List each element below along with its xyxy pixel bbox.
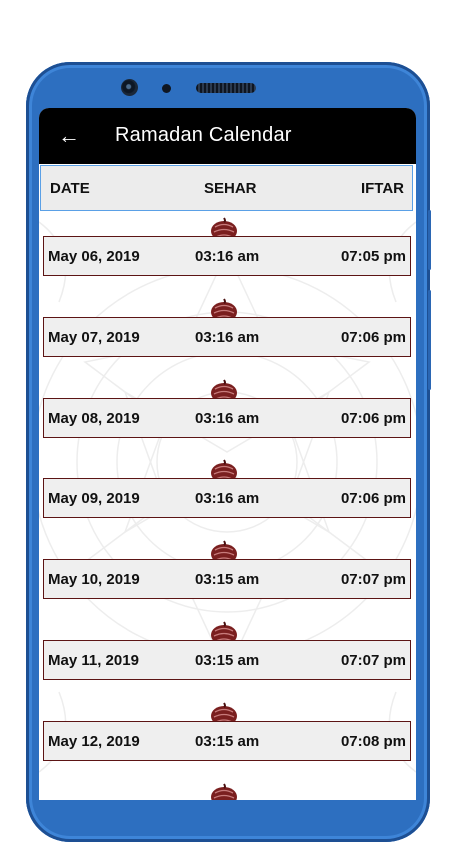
row-date: May 07, 2019 [48, 329, 140, 346]
row-sehar-time: 03:16 am [195, 490, 260, 507]
table-row[interactable]: May 06, 2019 03:16 am 07:05 pm [43, 236, 411, 276]
row-sehar-time: 03:15 am [195, 571, 260, 588]
back-arrow-icon[interactable]: ← [53, 120, 85, 152]
table-row[interactable]: May 07, 2019 03:16 am 07:06 pm [43, 317, 411, 357]
header-sehar: SEHAR [204, 180, 257, 197]
phone-side-button [428, 290, 431, 390]
phone-side-button [428, 210, 431, 270]
table-row[interactable]: May 08, 2019 03:16 am 07:06 pm [43, 398, 411, 438]
table-row[interactable]: May 12, 2019 03:15 am 07:08 pm [43, 721, 411, 761]
proximity-sensor [162, 84, 171, 93]
row-date: May 08, 2019 [48, 410, 140, 427]
row-date: May 09, 2019 [48, 490, 140, 507]
calendar-list[interactable]: May 06, 2019 03:16 am 07:05 pm May 07, 2… [39, 212, 416, 800]
row-date: May 06, 2019 [48, 248, 140, 265]
row-sehar-time: 03:15 am [195, 652, 260, 669]
app-bar: ← Ramadan Calendar [39, 108, 416, 164]
row-iftar-time: 07:07 pm [340, 652, 406, 669]
row-sehar-time: 03:16 am [195, 329, 260, 346]
row-sehar-time: 03:16 am [195, 410, 260, 427]
row-date: May 10, 2019 [48, 571, 140, 588]
row-sehar-time: 03:15 am [195, 733, 260, 750]
row-iftar-time: 07:06 pm [340, 410, 406, 427]
header-date: DATE [50, 180, 90, 197]
row-iftar-time: 07:07 pm [340, 571, 406, 588]
page-title: Ramadan Calendar [115, 124, 292, 146]
row-date: May 12, 2019 [48, 733, 140, 750]
row-iftar-time: 07:06 pm [340, 490, 406, 507]
row-iftar-time: 07:05 pm [340, 248, 406, 265]
front-camera [121, 79, 138, 96]
date-fruit-icon [211, 783, 237, 800]
row-date: May 11, 2019 [48, 652, 139, 669]
table-header: DATE SEHAR IFTAR [40, 165, 413, 211]
table-row[interactable]: May 10, 2019 03:15 am 07:07 pm [43, 559, 411, 599]
app-screen: ← Ramadan Calendar DATE SEHAR IFTAR May … [39, 108, 416, 800]
table-row[interactable]: May 09, 2019 03:16 am 07:06 pm [43, 478, 411, 518]
table-row[interactable]: May 11, 2019 03:15 am 07:07 pm [43, 640, 411, 680]
row-iftar-time: 07:08 pm [340, 733, 406, 750]
header-iftar: IFTAR [360, 180, 404, 197]
earpiece-speaker [196, 83, 256, 93]
row-iftar-time: 07:06 pm [340, 329, 406, 346]
row-sehar-time: 03:16 am [195, 248, 260, 265]
